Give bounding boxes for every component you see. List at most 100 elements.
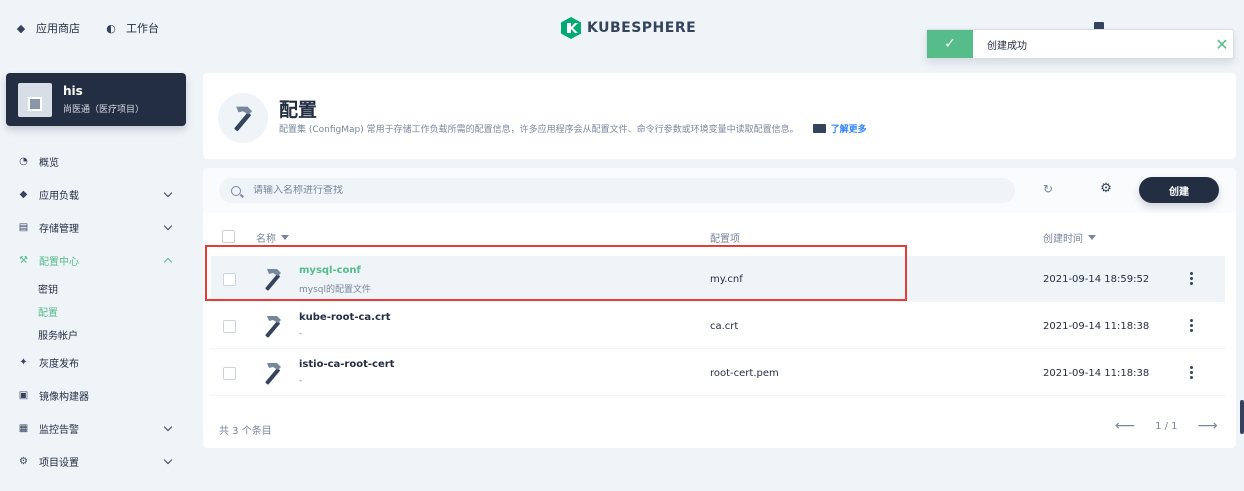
search-input[interactable] [253,185,953,196]
sort-caret-icon [1088,234,1096,240]
dashboard-icon: ◔ [19,156,28,167]
bird-icon: ✦ [19,357,28,368]
list-toolbar: ↻ ⚙ 创建 [203,168,1236,213]
pagination: ⟵ 1 / 1 ⟶ [1115,418,1218,434]
hammer-icon [265,363,281,385]
sidebar-item-label: 镜像构建器 [39,392,89,403]
gear-icon: ⚙ [19,456,28,467]
sidebar-item-label: 项目设置 [39,458,79,469]
project-name: his [63,84,83,98]
row-description: mysql的配置文件 [299,285,371,295]
row-description: - [299,376,303,386]
workbench-label: 工作台 [126,22,159,35]
sidebar-item-image-builder[interactable]: ▣ 镜像构建器 [0,379,195,412]
search-icon [231,185,241,196]
chevron-up-icon [163,257,173,267]
page-description-text: 配置集 (ConfigMap) 常用于存储工作负载所需的配置信息，许多应用程序会… [279,125,799,135]
column-name[interactable]: 名称 [256,230,289,245]
more-actions-icon[interactable] [1185,315,1197,335]
sidebar-sub-secrets[interactable]: 密钥 [0,277,195,300]
sidebar-sub-configmaps[interactable]: 配置 [0,300,195,323]
sidebar-item-label: 应用负载 [39,191,79,202]
row-name-link[interactable]: kube-root-ca.crt [299,312,391,323]
sidebar-item-overview[interactable]: ◔ 概览 [0,145,195,178]
workbench-icon: ◐ [106,21,116,35]
project-description: 尚医通（医疗项目） [63,105,145,115]
row-checkbox[interactable] [223,320,236,333]
chevron-down-icon [163,221,173,231]
chevron-down-icon [163,422,173,432]
monitor-icon: ▦ [18,423,29,434]
create-button[interactable]: 创建 [1139,177,1219,203]
image-builder-icon: ▣ [18,390,29,401]
logo-text: KUBESPHERE [587,20,697,36]
workbench-link[interactable]: ◐ 工作台 [104,20,159,36]
top-nav: ◆ 应用商店 ◐ 工作台 [14,20,159,36]
more-actions-icon[interactable] [1185,268,1197,288]
table-row[interactable]: kube-root-ca.crt - ca.crt 2021-09-14 11:… [211,303,1225,349]
kubesphere-logo-icon [561,17,581,39]
row-config-items: ca.crt [710,321,739,332]
hammer-icon [218,93,268,143]
column-name-label: 名称 [256,233,276,245]
sidebar-item-label: 概览 [39,158,59,169]
hammer-icon: ⚒ [19,255,28,266]
sidebar-item-storage[interactable]: ▤ 存储管理 [0,211,195,244]
prev-page-icon[interactable]: ⟵ [1115,418,1135,434]
page-header: 配置 配置集 (ConfigMap) 常用于存储工作负载所需的配置信息，许多应用… [203,73,1236,159]
scrollbar[interactable] [1240,400,1244,434]
row-name-link[interactable]: istio-ca-root-cert [299,359,394,370]
sidebar-item-monitoring[interactable]: ▦ 监控告警 [0,412,195,445]
chevron-down-icon [163,188,173,198]
hammer-icon [265,269,281,291]
search-bar[interactable] [219,178,1015,203]
learn-more-label: 了解更多 [830,125,867,135]
settings-gear-icon[interactable]: ⚙ [1099,181,1113,196]
toast-close-button[interactable]: ✕ [1211,35,1233,54]
sidebar-item-label: 监控告警 [39,425,79,436]
project-icon [18,82,52,117]
sidebar-item-workloads[interactable]: ◆ 应用负载 [0,178,195,211]
select-all-checkbox[interactable] [222,230,235,243]
toast-message: 创建成功 [987,40,1027,52]
success-toast: ✓ 创建成功 ✕ [926,29,1234,59]
row-checkbox[interactable] [223,367,236,380]
app-store-label: 应用商店 [36,22,80,35]
row-created-time: 2021-09-14 11:18:38 [1043,321,1150,332]
row-name-link[interactable]: mysql-conf [299,265,361,276]
book-icon [812,124,826,133]
table-row[interactable]: istio-ca-root-cert - root-cert.pem 2021-… [211,350,1225,396]
row-created-time: 2021-09-14 18:59:52 [1043,274,1150,285]
kubesphere-logo[interactable]: KUBESPHERE [561,17,696,39]
appcenter-icon: ◆ [19,189,28,200]
sidebar-item-grayscale[interactable]: ✦ 灰度发布 [0,346,195,379]
row-config-items: root-cert.pem [710,368,779,379]
chevron-down-icon [163,455,173,465]
more-actions-icon[interactable] [1185,362,1197,382]
row-description: - [299,329,303,339]
next-page-icon[interactable]: ⟶ [1198,418,1218,434]
app-store-link[interactable]: ◆ 应用商店 [14,20,80,36]
storage-icon: ▤ [18,222,29,233]
sidebar-sub-service-accounts[interactable]: 服务帐户 [0,323,195,346]
refresh-icon[interactable]: ↻ [1041,182,1055,196]
table-row[interactable]: mysql-conf mysql的配置文件 my.cnf 2021-09-14 … [211,256,1225,302]
table-header: 名称 配置项 创建时间 [203,220,1236,254]
column-created[interactable]: 创建时间 [1043,230,1096,245]
sidebar-item-config-center[interactable]: ⚒ 配置中心 [0,244,195,277]
page-description: 配置集 (ConfigMap) 常用于存储工作负载所需的配置信息，许多应用程序会… [279,122,867,135]
sidebar-item-project-settings[interactable]: ⚙ 项目设置 [0,445,195,478]
total-count: 共 3 个条目 [219,426,272,437]
page-title: 配置 [279,99,318,121]
sidebar-item-label: 配置中心 [39,257,79,268]
sort-caret-icon [281,234,289,240]
sidebar-item-label: 存储管理 [39,224,79,235]
row-checkbox[interactable] [223,273,236,286]
learn-more-link[interactable]: 了解更多 [812,122,867,135]
appstore-icon: ◆ [16,21,26,35]
row-config-items: my.cnf [710,274,743,285]
row-created-time: 2021-09-14 11:18:38 [1043,368,1150,379]
project-card[interactable]: his 尚医通（医疗项目） [6,73,186,126]
sidebar-item-label: 灰度发布 [39,359,79,370]
hammer-icon [265,316,281,338]
